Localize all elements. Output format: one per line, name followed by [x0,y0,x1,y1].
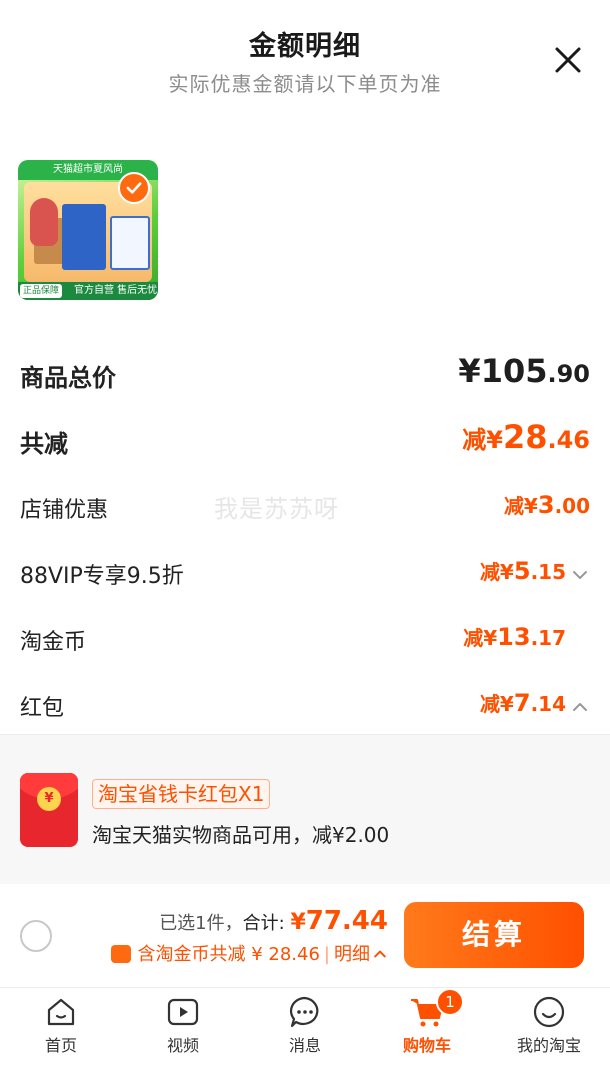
discount-row-88vip[interactable]: 88VIP专享9.5折 减¥5.15 [20,550,590,594]
deduct-text: 含淘金币共减 ¥ 28.46 [137,944,320,965]
total-reduce-value: 减¥28.46 [462,418,590,456]
page-title: 金额明细 [249,31,361,62]
detail-header: 金额明细 实际优惠金额请以下单页为准 [0,0,610,110]
tab-label: 首页 [44,1036,77,1055]
watermark: 我是苏苏呀 [214,495,339,523]
red-packet-description: 淘宝天猫实物商品可用，减¥2.00 [92,823,390,847]
discount-label: 88VIP专享9.5折 [20,564,184,589]
tab-profile[interactable]: 我的淘宝 [488,988,610,1074]
discount-value: 减¥13.17 [463,623,566,651]
tab-label: 视频 [166,1036,199,1055]
total-price-label: 商品总价 [20,364,116,392]
checkout-summary: 已选1件，合计: ¥77.44 [159,906,388,936]
discount-label: 红包 [20,696,65,721]
discount-value: 减¥7.14 [480,688,590,717]
total-price-value: ¥105.90 [458,352,590,390]
guarantee-badge: 正品保障 [20,284,63,298]
red-packet-panel: ¥ 淘宝省钱卡红包X1 淘宝天猫实物商品可用，减¥2.00 [0,734,610,884]
page-subtitle: 实际优惠金额请以下单页为准 [168,72,442,96]
discount-row-redpacket[interactable]: 红包 减¥7.14 [20,682,590,726]
official-text: 官方自营 售后无忧 [74,285,158,296]
profile-icon [533,996,565,1028]
chevron-up-icon[interactable] [372,946,388,962]
discount-label: 淘金币 [20,630,87,655]
detail-link[interactable]: 明细 [334,944,370,965]
total-reduce-row: 共减 减¥28.46 [20,416,590,460]
discount-value: 减¥5.15 [480,556,590,585]
bottom-tab-bar: 首页 视频 消息 1 购物车 我的淘宝 [0,988,610,1074]
checkout-bar: 已选1件，合计: ¥77.44 含淘金币共减 ¥ 28.46 | 明细 结算 [0,884,610,988]
tab-label: 消息 [288,1036,321,1055]
close-icon[interactable] [548,40,588,80]
tab-cart[interactable]: 1 购物车 [366,988,488,1074]
total-label: 合计: [242,913,291,934]
selected-check-icon [118,172,150,204]
tab-message[interactable]: 消息 [244,988,366,1074]
product-box-image [110,216,150,270]
select-all-radio[interactable] [20,920,52,952]
tab-label: 购物车 [402,1036,451,1055]
chevron-down-icon[interactable] [570,565,590,585]
total-reduce-label: 共减 [20,430,68,458]
tab-video[interactable]: 视频 [122,988,244,1074]
settle-button[interactable]: 结算 [404,902,584,968]
mascot-figure [30,198,58,246]
home-icon [47,998,75,1026]
message-icon [289,996,319,1028]
chevron-up-icon[interactable] [570,697,590,717]
tab-home[interactable]: 首页 [0,988,122,1074]
cart-badge: 1 [436,988,464,1016]
separator: | [323,944,330,965]
discount-row-taojinbi: 淘金币 减¥13.17 [20,616,590,660]
red-packet-icon: ¥ [20,773,78,847]
red-packet-coin: ¥ [37,787,61,811]
video-icon [167,998,199,1026]
tab-label: 我的淘宝 [516,1036,581,1055]
discount-label: 店铺优惠 [20,498,109,523]
checkout-total: ¥77.44 [290,906,388,936]
product-box-image [62,204,106,270]
selected-count: 已选1件， [159,913,243,934]
discount-value: 减¥3.00 [503,491,590,519]
total-price-row: 商品总价 ¥105.90 [20,350,590,394]
red-packet-tag: 淘宝省钱卡红包X1 [92,779,271,809]
product-thumbnail[interactable]: 天猫超市夏风尚 正品保障 官方自营 售后无忧 [18,160,158,300]
deduct-summary[interactable]: 含淘金币共减 ¥ 28.46 | 明细 [111,940,388,966]
coupon-icon [111,945,132,963]
